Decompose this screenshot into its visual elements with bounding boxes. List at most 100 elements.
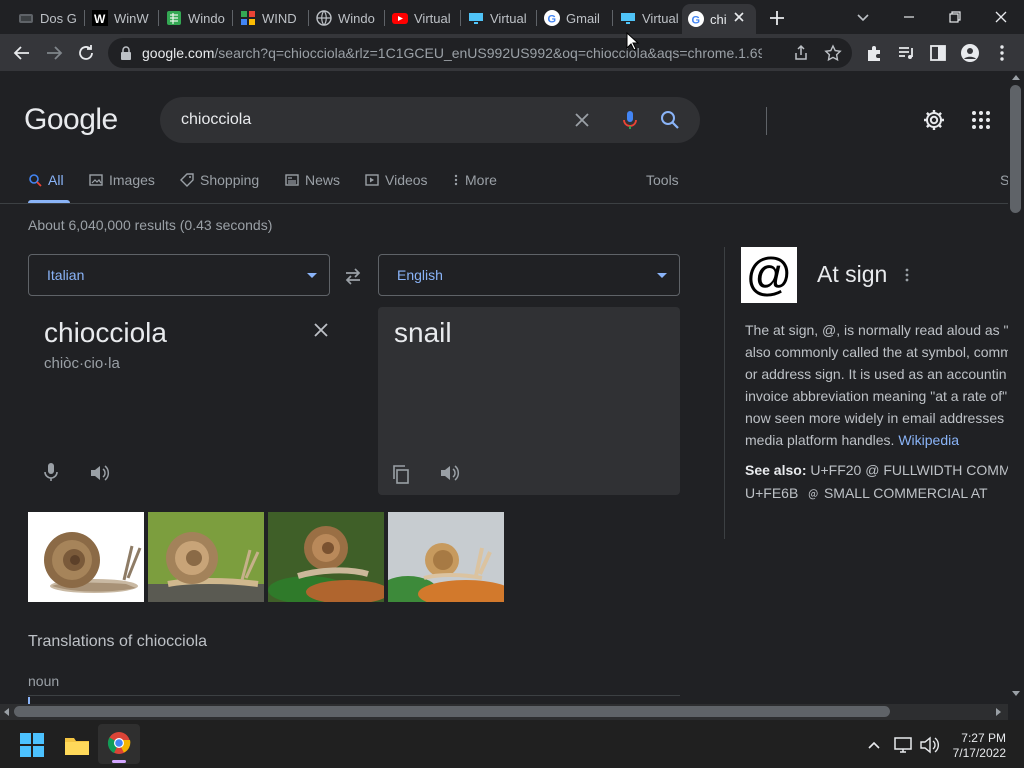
- scroll-down-arrow-icon[interactable]: [1012, 691, 1020, 696]
- search-box[interactable]: chiocciola: [160, 97, 767, 143]
- svg-text:G: G: [692, 15, 701, 27]
- news-icon: [285, 174, 299, 186]
- swap-languages-icon[interactable]: [342, 265, 364, 287]
- tab-close-icon[interactable]: [731, 9, 747, 25]
- network-icon[interactable]: [893, 734, 915, 756]
- knowledge-panel-description: The at sign, @, is normally read aloud a…: [745, 322, 1008, 448]
- scroll-up-arrow-icon[interactable]: [1012, 75, 1020, 80]
- sheet-icon: [167, 11, 181, 25]
- clock-time: 7:27 PM: [961, 731, 1006, 745]
- show-hidden-icons-icon[interactable]: [864, 735, 884, 755]
- reload-icon[interactable]: [75, 42, 97, 64]
- clock-date: 7/17/2022: [952, 746, 1006, 760]
- snail-image-2[interactable]: [148, 512, 264, 602]
- tab-gmail[interactable]: G Gmail: [540, 4, 610, 32]
- video-play-icon: [365, 174, 379, 186]
- search-icon[interactable]: [659, 109, 681, 131]
- snail-image-3[interactable]: [268, 512, 384, 602]
- lock-icon: [121, 46, 131, 60]
- tab-search-chevron-icon[interactable]: [852, 6, 874, 28]
- translated-text: snail: [394, 317, 452, 348]
- search-input[interactable]: chiocciola: [181, 111, 251, 129]
- settings-gear-icon[interactable]: [922, 108, 946, 132]
- wikipedia-link[interactable]: Wikipedia: [898, 432, 959, 448]
- horizontal-scroll-thumb[interactable]: [14, 706, 890, 717]
- tab-windo-sheet[interactable]: Windo: [162, 4, 230, 32]
- tab-wind-grid[interactable]: WIND: [236, 4, 306, 32]
- tab-winw[interactable]: W WinW: [88, 4, 156, 32]
- side-panel-icon[interactable]: [927, 42, 949, 64]
- scroll-left-arrow-icon[interactable]: [4, 708, 9, 716]
- address-bar[interactable]: google.com/search?q=chiocciola&rlz=1C1GC…: [108, 38, 852, 68]
- back-arrow-icon[interactable]: [11, 42, 33, 64]
- copy-icon[interactable]: [390, 463, 412, 485]
- section-marker: [28, 697, 30, 704]
- image-icon: [89, 174, 103, 186]
- extensions-icon[interactable]: [863, 42, 885, 64]
- restore-icon[interactable]: [944, 6, 966, 28]
- tab-videos[interactable]: Videos: [365, 172, 428, 188]
- microphone-icon[interactable]: [40, 461, 62, 483]
- google-icon: G: [688, 11, 704, 27]
- close-window-icon[interactable]: [990, 6, 1012, 28]
- media-controls-icon[interactable]: [895, 42, 917, 64]
- microphone-icon[interactable]: [619, 109, 641, 131]
- chrome-menu-icon[interactable]: [991, 42, 1013, 64]
- divider: [28, 695, 680, 696]
- grid-icon: [241, 11, 255, 25]
- target-language-select[interactable]: English: [378, 254, 680, 296]
- knowledge-panel-title: At sign: [817, 261, 888, 287]
- google-icon: G: [544, 10, 560, 26]
- tag-icon: [180, 173, 194, 187]
- browser-toolbar: google.com/search?q=chiocciola&rlz=1C1GC…: [0, 34, 1024, 71]
- safesearch-button[interactable]: S: [1000, 172, 1008, 188]
- new-tab-icon[interactable]: [766, 7, 788, 29]
- dropdown-caret-icon: [657, 273, 667, 278]
- windows-start-icon[interactable]: [19, 732, 45, 758]
- more-options-icon[interactable]: [900, 267, 914, 283]
- tab-news[interactable]: News: [285, 172, 340, 188]
- tab-virtual-monitor-2[interactable]: Virtual: [616, 4, 682, 32]
- speaker-icon[interactable]: [88, 462, 110, 484]
- tools-button[interactable]: Tools: [646, 172, 679, 188]
- tab-dos[interactable]: Dos G: [14, 4, 84, 32]
- forward-arrow-icon[interactable]: [43, 42, 65, 64]
- svg-text:W: W: [94, 12, 106, 26]
- tab-all[interactable]: All: [28, 172, 64, 188]
- tab-shopping[interactable]: Shopping: [180, 172, 259, 188]
- translations-heading: Translations of chiocciola: [28, 633, 208, 650]
- active-app-indicator: [112, 760, 126, 763]
- share-icon[interactable]: [792, 44, 810, 62]
- source-pronunciation: chiòc·cio·la: [44, 355, 120, 372]
- volume-icon[interactable]: [918, 734, 940, 756]
- tab-images[interactable]: Images: [89, 172, 155, 188]
- file-explorer-icon[interactable]: [64, 732, 90, 758]
- more-vertical-icon: [454, 174, 458, 186]
- google-logo[interactable]: Google: [24, 103, 118, 137]
- windows-taskbar: 7:27 PM 7/17/2022: [0, 720, 1024, 768]
- speaker-icon[interactable]: [438, 462, 460, 484]
- tab-strip: Dos G W WinW Windo WIND Windo Virtual Vi…: [0, 0, 1024, 34]
- tab-virtual-monitor[interactable]: Virtual: [464, 4, 534, 32]
- apps-grid-icon[interactable]: [969, 108, 993, 132]
- tab-windo-globe[interactable]: Windo: [312, 4, 382, 32]
- vertical-scroll-thumb[interactable]: [1010, 85, 1021, 213]
- globe-icon: [316, 10, 332, 26]
- source-language-select[interactable]: Italian: [28, 254, 330, 296]
- scroll-right-arrow-icon[interactable]: [996, 708, 1001, 716]
- snail-image-4[interactable]: [388, 512, 504, 602]
- clear-search-icon[interactable]: [571, 109, 593, 131]
- source-text[interactable]: chiocciola: [44, 317, 167, 349]
- mouse-cursor-icon: [626, 32, 640, 51]
- chrome-taskbar-button[interactable]: [98, 724, 140, 764]
- profile-icon[interactable]: [959, 42, 981, 64]
- at-sign-image[interactable]: @: [741, 247, 797, 303]
- clear-source-icon[interactable]: [310, 319, 332, 341]
- snail-image-1[interactable]: [28, 512, 144, 602]
- system-clock[interactable]: 7:27 PM 7/17/2022: [948, 731, 1006, 761]
- bookmark-star-icon[interactable]: [824, 44, 842, 62]
- tab-virtual-youtube[interactable]: Virtual: [388, 4, 458, 32]
- w-icon: W: [92, 10, 108, 26]
- tab-more[interactable]: More: [453, 172, 497, 188]
- minimize-icon[interactable]: [898, 6, 920, 28]
